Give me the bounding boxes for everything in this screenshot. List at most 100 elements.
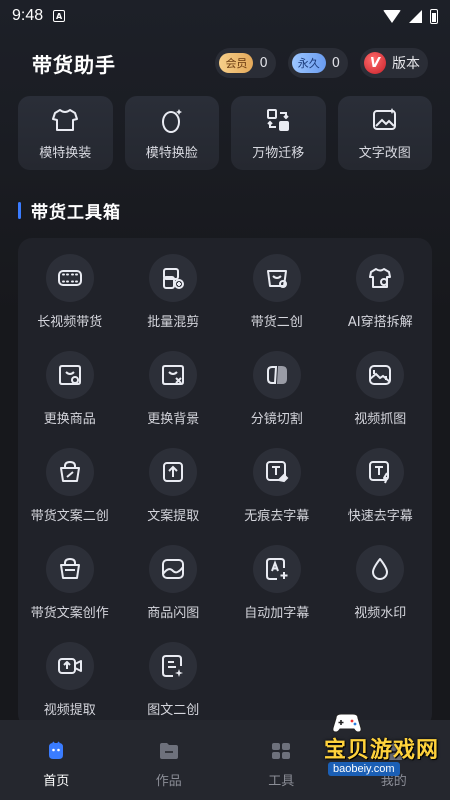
video-capture-icon (369, 365, 392, 385)
nav-label: 作品 (155, 774, 182, 789)
version-pill[interactable]: V 版本 (360, 48, 428, 78)
vip-count: 0 (259, 55, 268, 71)
forever-badge: 永久 (291, 53, 326, 73)
tool-icon-wrap (45, 642, 94, 690)
tool-batch-clip[interactable]: 批量混剪 (122, 254, 226, 337)
tool-icon-wrap (45, 448, 94, 496)
image-text-icon (162, 655, 184, 677)
tool-watermark[interactable]: 视频水印 (329, 545, 433, 628)
feature-card-text-image[interactable]: 文字改图 (337, 96, 432, 170)
tool-label: 带货二创 (250, 315, 303, 330)
tool-quick-subtitle[interactable]: 快速去字幕 (329, 448, 433, 531)
watermark-text: 宝贝游戏网 (324, 738, 440, 763)
folder-icon (159, 743, 178, 759)
version-v-icon: V (364, 52, 386, 74)
copywrite-bag-icon (59, 558, 80, 579)
forever-count: 0 (331, 55, 340, 71)
shirt-icon (52, 108, 79, 131)
tool-label: 无痕去字幕 (244, 509, 310, 524)
battery-icon (430, 8, 438, 24)
site-watermark: 宝贝游戏网 baobeiy.com (302, 712, 448, 788)
tool-label: 带货文案二创 (30, 509, 109, 524)
status-indicators (383, 8, 438, 24)
home-icon (49, 741, 64, 759)
tool-label: 分镜切割 (250, 412, 303, 427)
tool-icon-wrap (149, 254, 198, 302)
tool-video-extract[interactable]: 视频提取 (18, 642, 122, 725)
tool-long-video[interactable]: 长视频带货 (18, 254, 122, 337)
flash-image-icon (162, 559, 185, 579)
scene-cut-icon (266, 366, 287, 384)
toolbox-panel: 长视频带货 批量混剪 带货二创 AI穿搭拆解 更换商品 更换背景 分镜切割 视频… (18, 238, 432, 728)
app-header: 带货助手 会员 0 永久 0 V 版本 (0, 40, 450, 86)
tool-icon-wrap (45, 351, 94, 399)
tool-icon-wrap (45, 545, 94, 593)
add-subtitle-icon (265, 558, 288, 580)
tool-background[interactable]: 更换背景 (122, 351, 226, 434)
tool-remix[interactable]: 带货二创 (225, 254, 329, 337)
tool-icon-wrap (149, 351, 198, 399)
background-icon (162, 365, 185, 385)
feature-label: 模特换装 (39, 145, 92, 161)
tool-icon-wrap (149, 448, 198, 496)
tool-icon-wrap (252, 448, 301, 496)
tool-label: 带货文案创作 (30, 606, 109, 621)
gamepad-logo-icon (332, 713, 362, 733)
subtitle-erase-icon (265, 461, 289, 483)
tool-icon-wrap (356, 351, 405, 399)
outfit-icon (369, 268, 392, 288)
status-bar: 9:48 A (0, 0, 450, 32)
text-extract-icon (163, 462, 184, 482)
tool-flash-image[interactable]: 商品闪图 (122, 545, 226, 628)
header-badges: 会员 0 永久 0 V 版本 (215, 48, 428, 78)
page-title: 带货助手 (32, 52, 116, 77)
tool-label: 快速去字幕 (347, 509, 413, 524)
signal-icon (409, 9, 422, 23)
tool-scene-cut[interactable]: 分镜切割 (225, 351, 329, 434)
tool-add-subtitle[interactable]: 自动加字幕 (225, 545, 329, 628)
tool-icon-wrap (356, 254, 405, 302)
feature-card-face[interactable]: 模特换脸 (124, 96, 219, 170)
tool-ai-outfit[interactable]: AI穿搭拆解 (329, 254, 433, 337)
tool-copywrite[interactable]: 带货文案创作 (18, 545, 122, 628)
nav-item-home[interactable]: 首页 (0, 720, 113, 800)
tool-video-capture[interactable]: 视频抓图 (329, 351, 433, 434)
section-title: 带货工具箱 (31, 202, 121, 223)
section-accent-bar (18, 201, 21, 219)
top-feature-row: 模特换装 模特换脸 万物迁移 文字改图 (18, 96, 432, 170)
tool-image-text[interactable]: 图文二创 (122, 642, 226, 725)
tool-label: 商品闪图 (147, 606, 200, 621)
quick-subtitle-icon (369, 461, 390, 484)
vip-pill[interactable]: 会员 0 (215, 48, 276, 78)
tool-icon-wrap (252, 545, 301, 593)
tool-icon-wrap (149, 545, 198, 593)
tool-icon-wrap (356, 448, 405, 496)
tool-copy-remix[interactable]: 带货文案二创 (18, 448, 122, 531)
version-label: 版本 (392, 56, 420, 72)
forever-pill[interactable]: 永久 0 (287, 48, 348, 78)
tool-text-extract[interactable]: 文案提取 (122, 448, 226, 531)
watermark-url: baobeiy.com (328, 762, 400, 776)
tools-icon (272, 743, 291, 759)
tool-icon-wrap (252, 351, 301, 399)
copy-remix-icon (59, 461, 80, 482)
tool-icon-wrap (356, 545, 405, 593)
feature-card-outfit[interactable]: 模特换装 (18, 96, 113, 170)
tool-grid: 长视频带货 批量混剪 带货二创 AI穿搭拆解 更换商品 更换背景 分镜切割 视频… (18, 254, 432, 725)
tool-label: 视频抓图 (354, 412, 407, 427)
tool-swap-product[interactable]: 更换商品 (18, 351, 122, 434)
tool-label: 图文二创 (147, 703, 200, 718)
nav-item-works[interactable]: 作品 (113, 720, 226, 800)
image-edit-icon (372, 107, 396, 130)
tool-label: 更换商品 (43, 412, 96, 427)
tool-subtitle-erase[interactable]: 无痕去字幕 (225, 448, 329, 531)
tool-label: 自动加字幕 (244, 606, 310, 621)
transfer-icon (267, 108, 290, 131)
feature-label: 文字改图 (358, 145, 411, 161)
film-strip-icon (57, 270, 82, 286)
section-header: 带货工具箱 (18, 198, 121, 223)
app-screen: 9:48 A 带货助手 会员 0 永久 0 V 版本 模特换装 模特换脸 万物迁… (0, 0, 450, 800)
tool-label: 长视频带货 (37, 315, 103, 330)
nav-label: 工具 (268, 774, 295, 789)
feature-card-transfer[interactable]: 万物迁移 (231, 96, 326, 170)
